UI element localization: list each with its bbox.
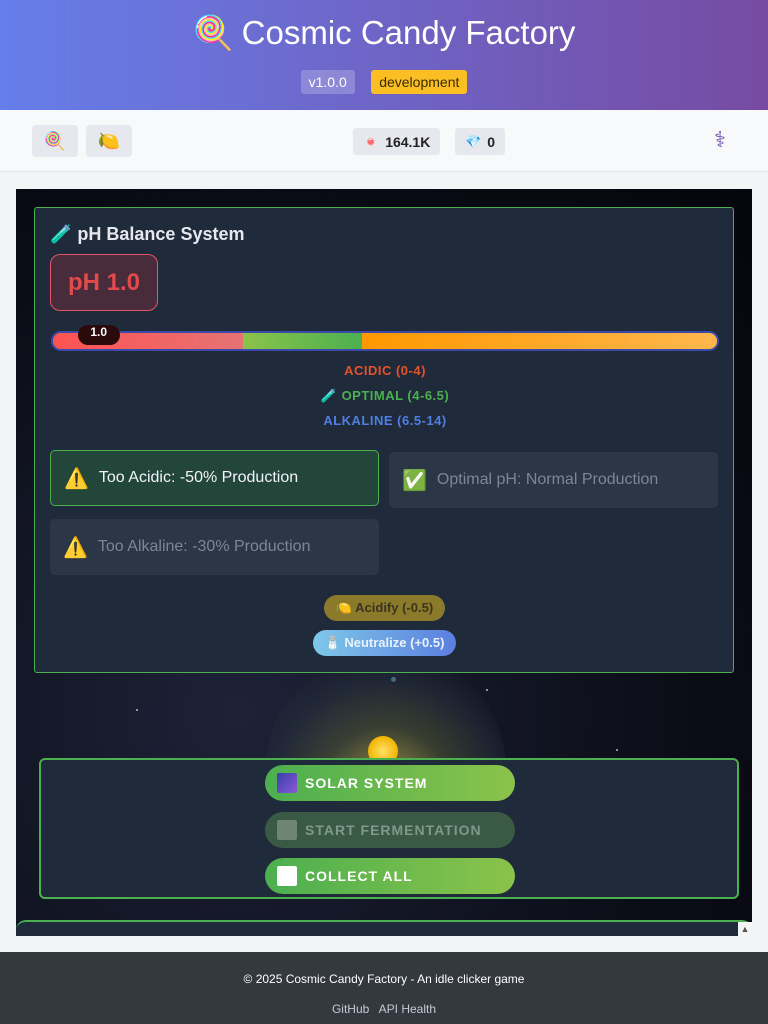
ph-scale-bar bbox=[51, 331, 719, 351]
lemon-tab-button[interactable]: 🍋 bbox=[86, 125, 132, 157]
github-link[interactable]: GitHub bbox=[332, 1002, 369, 1016]
collect-all-button[interactable]: COLLECT ALL bbox=[265, 858, 515, 894]
ph-panel-title: 🧪 pH Balance System bbox=[50, 224, 245, 244]
star bbox=[616, 749, 618, 751]
app-header: 🍭 Cosmic Candy Factory v1.0.0 development bbox=[0, 0, 768, 110]
acidify-button[interactable]: 🍋 Acidify (-0.5) bbox=[324, 595, 445, 621]
lollipop-icon: 🍭 bbox=[192, 14, 234, 51]
gem-counter: 💎 0 bbox=[455, 128, 505, 155]
ph-readout: pH 1.0 bbox=[50, 254, 158, 311]
app-title-text: Cosmic Candy Factory bbox=[241, 14, 576, 51]
health-icon[interactable]: ⚕ bbox=[714, 127, 726, 153]
collect-icon bbox=[277, 866, 297, 886]
lemon-icon: 🍋 bbox=[97, 130, 121, 151]
environment-badge: development bbox=[371, 70, 468, 94]
start-fermentation-button[interactable]: START FERMENTATION bbox=[265, 812, 515, 848]
effect-text: Too Alkaline: -30% Production bbox=[97, 538, 311, 555]
range-label-optimal: 🧪 OPTIMAL (4-6.5) bbox=[320, 388, 450, 403]
star bbox=[136, 709, 138, 711]
ph-balance-panel: 🧪 pH Balance System pH 1.0 1.0 ACIDIC (0… bbox=[34, 207, 734, 673]
warning-icon: ⚠️ bbox=[63, 536, 88, 559]
fermentation-icon bbox=[277, 820, 297, 840]
api-health-link[interactable]: API Health bbox=[379, 1002, 436, 1016]
app-title: 🍭 Cosmic Candy Factory bbox=[0, 14, 768, 53]
solar-system-button[interactable]: SOLAR SYSTEM bbox=[265, 765, 515, 801]
version-badge: v1.0.0 bbox=[300, 70, 355, 94]
next-panel-edge bbox=[16, 920, 752, 936]
effect-too-acidic: ⚠️ Too Acidic: -50% Production bbox=[50, 450, 379, 506]
copyright-text: © 2025 Cosmic Candy Factory - An idle cl… bbox=[243, 972, 525, 986]
footer-links: GitHub API Health bbox=[0, 1002, 768, 1016]
neutralize-button[interactable]: 🧂 Neutralize (+0.5) bbox=[313, 630, 456, 656]
range-label-acidic: ACIDIC (0-4) bbox=[344, 363, 426, 378]
lollipop-icon: 🍭 bbox=[43, 130, 67, 151]
effect-optimal: ✅ Optimal pH: Normal Production bbox=[389, 452, 718, 508]
ph-marker[interactable]: 1.0 bbox=[77, 325, 120, 345]
check-icon: ✅ bbox=[402, 469, 427, 492]
candy-count: 164.1K bbox=[385, 133, 431, 150]
effect-text: Too Acidic: -50% Production bbox=[98, 469, 299, 486]
candy-counter: 🍬 164.1K bbox=[353, 128, 441, 155]
header-badges: v1.0.0 development bbox=[0, 70, 768, 94]
collect-all-label: COLLECT ALL bbox=[305, 868, 413, 884]
star bbox=[486, 689, 488, 691]
candy-icon: 🍬 bbox=[363, 133, 380, 149]
gem-icon: 💎 bbox=[465, 133, 482, 149]
gem-count: 0 bbox=[487, 133, 495, 150]
scroll-up-arrow[interactable]: ▲ bbox=[738, 922, 752, 936]
ph-segment-optimal bbox=[242, 333, 362, 349]
start-fermentation-label: START FERMENTATION bbox=[305, 822, 482, 838]
galaxy-icon bbox=[277, 773, 297, 793]
range-label-alkaline: ALKALINE (6.5-14) bbox=[323, 413, 447, 428]
warning-icon: ⚠️ bbox=[64, 467, 89, 490]
solar-system-label: SOLAR SYSTEM bbox=[305, 775, 428, 791]
ph-segment-alkaline bbox=[361, 333, 717, 349]
candy-tab-button[interactable]: 🍭 bbox=[32, 125, 78, 157]
footer: © 2025 Cosmic Candy Factory - An idle cl… bbox=[0, 952, 768, 1024]
effect-too-alkaline: ⚠️ Too Alkaline: -30% Production bbox=[50, 519, 379, 575]
effect-text: Optimal pH: Normal Production bbox=[436, 471, 659, 488]
controls-panel: SOLAR SYSTEM START FERMENTATION COLLECT … bbox=[39, 758, 739, 899]
